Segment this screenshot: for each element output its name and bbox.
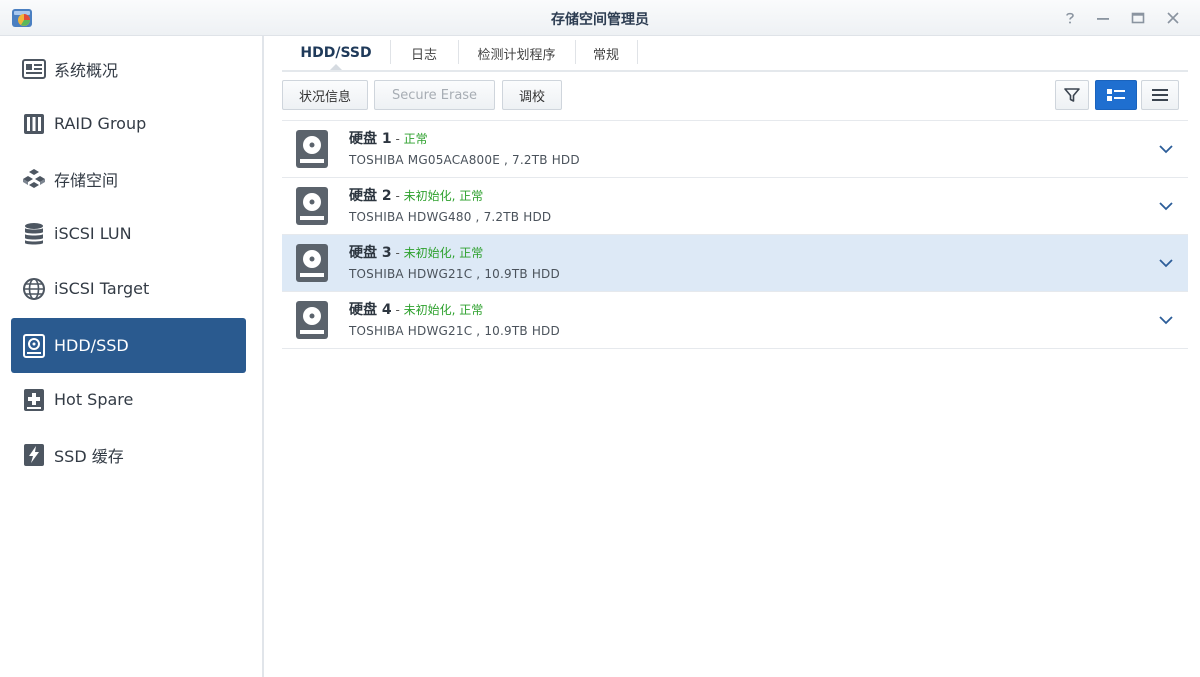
- tab-log[interactable]: 日志: [390, 36, 458, 70]
- status-badge: 正常: [403, 132, 428, 146]
- disk-model: TOSHIBA HDWG21C , 10.9TB HDD: [349, 324, 560, 338]
- storage-pool-icon: [21, 166, 47, 192]
- minimize-icon[interactable]: [1091, 6, 1115, 30]
- sidebar-item-overview[interactable]: 系统概况: [11, 41, 246, 96]
- disk-list: 硬盘 1 - 正常 TOSHIBA MG05ACA800E , 7.2TB HD…: [282, 120, 1188, 349]
- sidebar-item-label: iSCSI Target: [54, 279, 150, 298]
- sidebar-item-label: 系统概况: [54, 60, 119, 80]
- disk-row[interactable]: 硬盘 1 - 正常 TOSHIBA MG05ACA800E , 7.2TB HD…: [282, 121, 1188, 178]
- iscsi-lun-icon: [21, 221, 47, 247]
- status-badge: 未初始化, 正常: [403, 303, 484, 317]
- filter-icon: [1064, 88, 1080, 102]
- tab-bar: HDD/SSD 日志 检测计划程序 常规: [282, 36, 1188, 72]
- hdd-icon: [296, 301, 328, 339]
- sidebar-item-iscsi-lun[interactable]: iSCSI LUN: [11, 206, 246, 261]
- disk-row[interactable]: 硬盘 2 - 未初始化, 正常 TOSHIBA HDWG480 , 7.2TB …: [282, 178, 1188, 235]
- disk-model: TOSHIBA MG05ACA800E , 7.2TB HDD: [349, 153, 580, 167]
- sidebar-item-label: 存储空间: [54, 170, 119, 190]
- disk-row[interactable]: 硬盘 3 - 未初始化, 正常 TOSHIBA HDWG21C , 10.9TB…: [282, 235, 1188, 292]
- chevron-down-icon[interactable]: [1158, 141, 1174, 157]
- hdd-icon: [21, 333, 47, 359]
- sidebar-item-ssd-cache[interactable]: SSD 缓存: [11, 427, 246, 482]
- sidebar-item-raid-group[interactable]: RAID Group: [11, 96, 246, 151]
- tab-separator: [637, 40, 638, 64]
- detail-list-icon: [1107, 89, 1125, 101]
- hdd-icon: [296, 244, 328, 282]
- status-info-button[interactable]: 状况信息: [282, 80, 368, 110]
- sidebar-item-label: RAID Group: [54, 114, 147, 133]
- sidebar-item-hot-spare[interactable]: Hot Spare: [11, 372, 246, 427]
- disk-title: 硬盘 3 - 未初始化, 正常: [349, 245, 484, 261]
- title-bar: 存储空间管理员: [0, 0, 1200, 36]
- ssd-cache-icon: [21, 442, 47, 468]
- disk-title: 硬盘 4 - 未初始化, 正常: [349, 302, 484, 318]
- chevron-down-icon[interactable]: [1158, 255, 1174, 271]
- tab-general[interactable]: 常规: [575, 36, 637, 70]
- raid-group-icon: [21, 111, 47, 137]
- list-icon: [1152, 89, 1168, 101]
- secure-erase-button[interactable]: Secure Erase: [374, 80, 495, 110]
- disk-model: TOSHIBA HDWG480 , 7.2TB HDD: [349, 210, 552, 224]
- calibrate-button[interactable]: 调校: [502, 80, 562, 110]
- help-icon[interactable]: [1058, 6, 1082, 30]
- hdd-icon: [296, 187, 328, 225]
- disk-title: 硬盘 1 - 正常: [349, 131, 428, 147]
- sidebar-item-label: Hot Spare: [54, 390, 134, 409]
- active-tab-indicator: [330, 64, 342, 70]
- sidebar-item-storage-pool[interactable]: 存储空间: [11, 151, 246, 206]
- window-title: 存储空间管理员: [551, 12, 649, 28]
- detail-view-button[interactable]: [1095, 80, 1137, 110]
- overview-icon: [21, 56, 47, 82]
- chevron-down-icon[interactable]: [1158, 198, 1174, 214]
- sidebar-item-label: HDD/SSD: [54, 336, 129, 355]
- status-badge: 未初始化, 正常: [403, 246, 484, 260]
- list-view-button[interactable]: [1141, 80, 1179, 110]
- sidebar-item-label: SSD 缓存: [54, 446, 124, 466]
- filter-button[interactable]: [1055, 80, 1089, 110]
- disk-row[interactable]: 硬盘 4 - 未初始化, 正常 TOSHIBA HDWG21C , 10.9TB…: [282, 292, 1188, 349]
- close-icon[interactable]: [1161, 6, 1185, 30]
- maximize-icon[interactable]: [1126, 6, 1150, 30]
- sidebar-item-iscsi-target[interactable]: iSCSI Target: [11, 261, 246, 316]
- globe-icon: [21, 276, 47, 302]
- disk-title: 硬盘 2 - 未初始化, 正常: [349, 188, 484, 204]
- main-panel: HDD/SSD 日志 检测计划程序 常规 状况信息 Secure Erase 调…: [266, 36, 1200, 677]
- tab-test-scheduler[interactable]: 检测计划程序: [458, 36, 575, 70]
- sidebar-item-label: iSCSI LUN: [54, 224, 132, 243]
- hot-spare-icon: [21, 387, 47, 413]
- chevron-down-icon[interactable]: [1158, 312, 1174, 328]
- sidebar: 系统概况 RAID Group 存储空间 iSCSI LUN iSCSI Tar…: [0, 36, 264, 677]
- sidebar-item-hdd-ssd[interactable]: HDD/SSD: [11, 318, 246, 373]
- disk-model: TOSHIBA HDWG21C , 10.9TB HDD: [349, 267, 560, 281]
- hdd-icon: [296, 130, 328, 168]
- status-badge: 未初始化, 正常: [403, 189, 484, 203]
